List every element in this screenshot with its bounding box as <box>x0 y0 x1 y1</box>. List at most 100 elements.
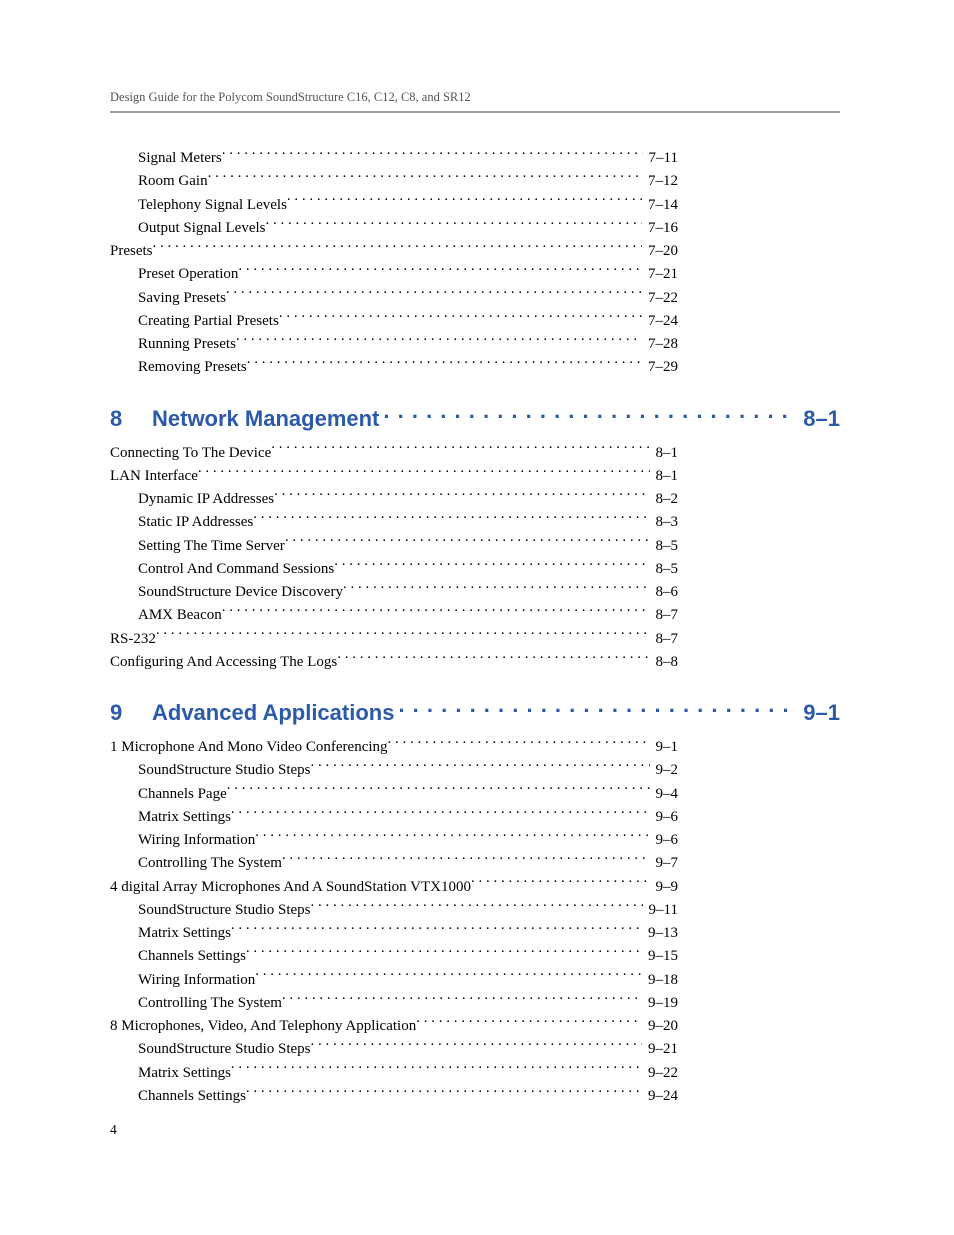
toc-entry[interactable]: Signal Meters 7–11 <box>110 147 678 170</box>
toc-entry-label: Removing Presets <box>138 356 247 379</box>
toc-chapter-title: Advanced Applications <box>152 700 398 726</box>
toc-entry-label: Preset Operation <box>138 263 238 286</box>
toc-entry-page: 7–12 <box>642 170 678 193</box>
toc-entry[interactable]: Matrix Settings 9–6 <box>110 806 678 829</box>
toc-entry[interactable]: Telephony Signal Levels 7–14 <box>110 194 678 217</box>
toc-leader <box>271 442 649 457</box>
toc-entry-page: 9–15 <box>642 945 678 968</box>
header-rule <box>110 111 840 113</box>
toc-entry[interactable]: 4 digital Array Microphones And A SoundS… <box>110 876 678 899</box>
toc-entry-label: 8 Microphones, Video, And Telephony Appl… <box>110 1015 416 1038</box>
toc-entry-label: Matrix Settings <box>138 806 231 829</box>
toc-leader <box>287 194 642 209</box>
toc-entry[interactable]: SoundStructure Studio Steps 9–2 <box>110 759 678 782</box>
toc-entry[interactable]: Connecting To The Device 8–1 <box>110 442 678 465</box>
toc-entry-page: 7–11 <box>643 147 678 170</box>
toc-entry-page: 9–21 <box>642 1038 678 1061</box>
toc-entry-label: Output Signal Levels <box>138 217 266 240</box>
toc-leader <box>274 488 649 503</box>
toc-entry[interactable]: Controlling The System 9–19 <box>110 992 678 1015</box>
toc-entry[interactable]: Room Gain 7–12 <box>110 170 678 193</box>
toc-entry[interactable]: Setting The Time Server 8–5 <box>110 535 678 558</box>
toc-entry[interactable]: AMX Beacon 8–7 <box>110 604 678 627</box>
toc-entry[interactable]: Saving Presets 7–22 <box>110 287 678 310</box>
toc-leader <box>311 1038 642 1053</box>
toc-entry-page: 7–28 <box>642 333 678 356</box>
toc-leader <box>255 829 649 844</box>
toc-leader <box>343 581 650 596</box>
toc-entry-label: Channels Page <box>138 783 227 806</box>
toc-entry[interactable]: 8 Microphones, Video, And Telephony Appl… <box>110 1015 678 1038</box>
toc-entry[interactable]: Static IP Addresses 8–3 <box>110 511 678 534</box>
toc-leader <box>227 783 650 798</box>
toc-entry-page: 7–29 <box>642 356 678 379</box>
toc-leader <box>247 356 642 371</box>
toc-entry-page: 8–8 <box>650 651 679 674</box>
toc-section: Connecting To The Device 8–1LAN Interfac… <box>110 442 678 675</box>
toc-leader <box>231 922 642 937</box>
toc-entry-page: 9–4 <box>650 783 679 806</box>
toc-leader <box>153 240 643 255</box>
toc-entry[interactable]: Creating Partial Presets 7–24 <box>110 310 678 333</box>
toc-leader <box>226 287 642 302</box>
toc-entry[interactable]: Channels Page 9–4 <box>110 783 678 806</box>
toc-entry[interactable]: Wiring Information 9–6 <box>110 829 678 852</box>
toc-entry[interactable]: LAN Interface 8–1 <box>110 465 678 488</box>
toc-entry[interactable]: 1 Microphone And Mono Video Conferencing… <box>110 736 678 759</box>
toc-entry-label: AMX Beacon <box>138 604 222 627</box>
toc-entry[interactable]: SoundStructure Studio Steps 9–11 <box>110 899 678 922</box>
toc-entry[interactable]: Running Presets 7–28 <box>110 333 678 356</box>
toc-entry-label: Configuring And Accessing The Logs <box>110 651 337 674</box>
toc-leader <box>282 852 650 867</box>
toc-entry[interactable]: SoundStructure Device Discovery 8–6 <box>110 581 678 604</box>
toc-entry-page: 7–22 <box>642 287 678 310</box>
toc-leader <box>222 147 643 162</box>
page-number: 4 <box>110 1122 117 1138</box>
toc-entry[interactable]: Channels Settings 9–24 <box>110 1085 678 1108</box>
toc-entry[interactable]: Output Signal Levels 7–16 <box>110 217 678 240</box>
toc-chapter-number: 9 <box>110 700 152 726</box>
toc-entry-label: Matrix Settings <box>138 1062 231 1085</box>
toc-entry-label: Channels Settings <box>138 945 246 968</box>
toc-entry-label: SoundStructure Device Discovery <box>138 581 343 604</box>
toc-entry-page: 9–6 <box>650 806 679 829</box>
toc-entry[interactable]: SoundStructure Studio Steps 9–21 <box>110 1038 678 1061</box>
toc-entry-page: 8–1 <box>650 442 679 465</box>
toc-entry[interactable]: Preset Operation 7–21 <box>110 263 678 286</box>
toc-chapter-heading[interactable]: 8Network Management 8–1 <box>110 406 840 432</box>
toc-leader <box>285 535 650 550</box>
toc-entry[interactable]: Matrix Settings 9–13 <box>110 922 678 945</box>
toc-entry-label: Creating Partial Presets <box>138 310 279 333</box>
toc-entry[interactable]: RS-232 8–7 <box>110 628 678 651</box>
toc-entry[interactable]: Controlling The System 9–7 <box>110 852 678 875</box>
toc-entry-page: 8–5 <box>650 535 679 558</box>
toc-entry-page: 9–22 <box>642 1062 678 1085</box>
toc-entry-page: 8–7 <box>650 628 679 651</box>
toc-leader <box>238 263 642 278</box>
toc-entry[interactable]: Matrix Settings 9–22 <box>110 1062 678 1085</box>
toc-entry-page: 8–2 <box>650 488 679 511</box>
toc-entry-page: 9–6 <box>650 829 679 852</box>
toc-entry-page: 8–7 <box>650 604 679 627</box>
toc-entry-page: 7–14 <box>642 194 678 217</box>
toc-leader <box>398 704 797 720</box>
toc-chapter-heading[interactable]: 9Advanced Applications 9–1 <box>110 700 840 726</box>
toc-entry[interactable]: Channels Settings 9–15 <box>110 945 678 968</box>
toc-entry[interactable]: Wiring Information 9–18 <box>110 969 678 992</box>
toc-entry[interactable]: Dynamic IP Addresses 8–2 <box>110 488 678 511</box>
toc-leader <box>198 465 650 480</box>
toc-leader <box>253 511 649 526</box>
toc-entry[interactable]: Presets 7–20 <box>110 240 678 263</box>
toc-entry-page: 9–9 <box>650 876 679 899</box>
toc-leader <box>383 410 797 426</box>
toc-entry-label: SoundStructure Studio Steps <box>138 759 311 782</box>
toc-entry-label: Connecting To The Device <box>110 442 271 465</box>
toc-entry-label: Saving Presets <box>138 287 226 310</box>
toc-entry[interactable]: Configuring And Accessing The Logs 8–8 <box>110 651 678 674</box>
toc-entry[interactable]: Control And Command Sessions 8–5 <box>110 558 678 581</box>
toc-chapter-number: 8 <box>110 406 152 432</box>
page-body: Design Guide for the Polycom SoundStruct… <box>110 90 840 1108</box>
toc-entry-page: 8–1 <box>650 465 679 488</box>
toc-entry[interactable]: Removing Presets 7–29 <box>110 356 678 379</box>
toc-leader <box>231 806 650 821</box>
